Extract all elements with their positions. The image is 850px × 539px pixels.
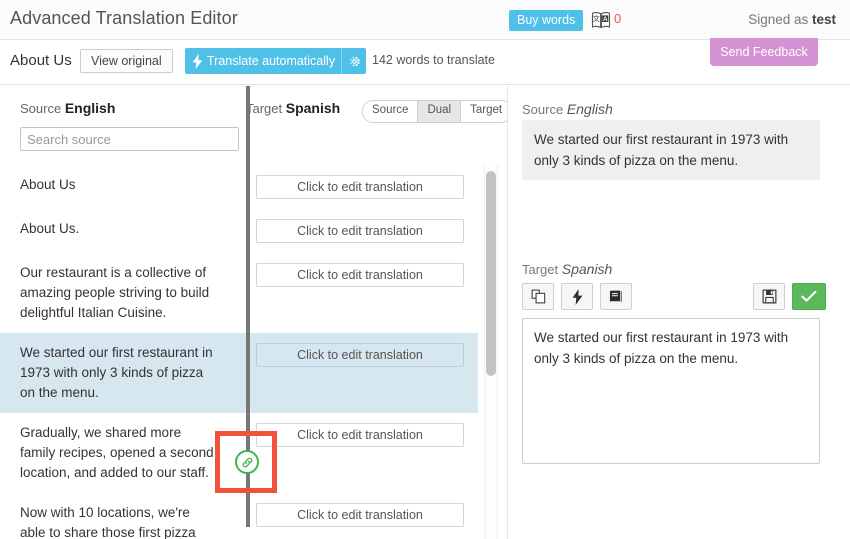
signed-as-username: test — [812, 12, 836, 27]
editor-target-language: Spanish — [562, 261, 613, 277]
editor-source-text: We started our first restaurant in 1973 … — [522, 120, 820, 180]
click-to-edit-translation[interactable]: Click to edit translation — [256, 263, 464, 287]
view-mode-dual[interactable]: Dual — [418, 101, 461, 122]
segment-row[interactable]: About Us. Click to edit translation — [0, 209, 478, 253]
click-to-edit-translation[interactable]: Click to edit translation — [256, 219, 464, 243]
click-to-edit-translation[interactable]: Click to edit translation — [256, 343, 464, 367]
view-mode-toggle[interactable]: Source Dual Target — [362, 100, 508, 123]
editor-target-prefix: Target — [522, 262, 562, 277]
target-language-header: Target Spanish — [246, 100, 340, 116]
glossary-book-icon[interactable] — [600, 283, 632, 310]
copy-source-icon[interactable] — [522, 283, 554, 310]
segment-target-cell[interactable]: Click to edit translation — [248, 165, 478, 209]
segment-row[interactable]: About Us Click to edit translation — [0, 165, 478, 209]
target-language-prefix: Target — [246, 101, 286, 116]
segment-divider-cell — [228, 333, 248, 413]
segment-divider-cell — [228, 165, 248, 209]
target-translation-textarea[interactable] — [522, 318, 820, 464]
save-icon[interactable] — [753, 283, 785, 310]
translation-editor-app: Advanced Translation Editor Buy words 文 … — [0, 0, 850, 539]
signed-as-prefix: Signed as — [748, 12, 812, 27]
source-language-header: Source English — [20, 100, 115, 116]
editor-source-label: Source English — [522, 101, 613, 117]
source-language-value: English — [65, 100, 116, 116]
segment-target-cell[interactable]: Click to edit translation — [248, 333, 478, 413]
segment-source-text: We started our first restaurant in 1973 … — [0, 333, 228, 413]
language-header-row: Source English Target Spanish Source Dua… — [0, 86, 508, 120]
send-feedback-button[interactable]: Send Feedback — [710, 38, 818, 66]
segment-source-text: About Us. — [0, 209, 228, 253]
segment-divider-cell — [228, 493, 248, 539]
editor-pane: Source English We started our first rest… — [508, 86, 850, 539]
editor-source-language: English — [567, 101, 613, 117]
segment-source-text: Gradually, we shared more family recipes… — [0, 413, 228, 493]
segment-row[interactable]: Our restaurant is a collective of amazin… — [0, 253, 478, 333]
segment-list: About Us Click to edit translation About… — [0, 165, 508, 539]
click-to-edit-translation[interactable]: Click to edit translation — [256, 503, 464, 527]
dictionary-count: 0 — [614, 11, 621, 26]
segment-target-cell[interactable]: Click to edit translation — [248, 209, 478, 253]
translate-automatically-button[interactable]: Translate automatically — [185, 48, 366, 74]
target-language-value: Spanish — [286, 100, 340, 116]
segment-source-text: Now with 10 locations, we're able to sha… — [0, 493, 228, 539]
document-name: About Us — [10, 52, 72, 69]
translation-book-icon[interactable]: 文 A — [590, 9, 612, 31]
signed-as-label: Signed as test — [748, 12, 836, 27]
source-language-prefix: Source — [20, 101, 65, 116]
click-to-edit-translation[interactable]: Click to edit translation — [256, 175, 464, 199]
svg-text:A: A — [603, 16, 608, 23]
translate-automatically-label: Translate automatically — [203, 54, 341, 68]
editor-target-label: Target Spanish — [522, 261, 612, 277]
segment-target-cell[interactable]: Click to edit translation — [248, 413, 478, 493]
svg-text:文: 文 — [593, 14, 600, 23]
top-bar: Advanced Translation Editor Buy words 文 … — [0, 0, 850, 40]
lightning-bolt-icon — [185, 54, 203, 69]
confirm-check-icon[interactable] — [792, 283, 826, 310]
segment-target-cell[interactable]: Click to edit translation — [248, 493, 478, 539]
segment-source-text: About Us — [0, 165, 228, 209]
app-title: Advanced Translation Editor — [10, 8, 238, 29]
words-to-translate-count: 142 words to translate — [372, 53, 495, 67]
segment-list-scrollbar-thumb[interactable] — [486, 171, 496, 376]
gear-icon[interactable] — [341, 48, 366, 74]
segment-divider-cell — [228, 253, 248, 333]
segment-row[interactable]: Now with 10 locations, we're able to sha… — [0, 493, 478, 539]
segment-target-cell[interactable]: Click to edit translation — [248, 253, 478, 333]
segment-divider-cell — [228, 209, 248, 253]
click-to-edit-translation[interactable]: Click to edit translation — [256, 423, 464, 447]
segment-list-pane: Source English Target Spanish Source Dua… — [0, 86, 508, 539]
segment-source-text: Our restaurant is a collective of amazin… — [0, 253, 228, 333]
buy-words-button[interactable]: Buy words — [509, 10, 583, 31]
view-mode-source[interactable]: Source — [363, 101, 418, 122]
view-mode-target[interactable]: Target — [461, 101, 508, 122]
chain-link-icon[interactable] — [235, 450, 259, 474]
editor-source-prefix: Source — [522, 102, 567, 117]
machine-translate-icon[interactable] — [561, 283, 593, 310]
editor-target-toolbar — [522, 283, 820, 311]
segment-row-selected[interactable]: We started our first restaurant in 1973 … — [0, 333, 478, 413]
search-source-input[interactable] — [20, 127, 239, 151]
view-original-button[interactable]: View original — [80, 49, 173, 73]
